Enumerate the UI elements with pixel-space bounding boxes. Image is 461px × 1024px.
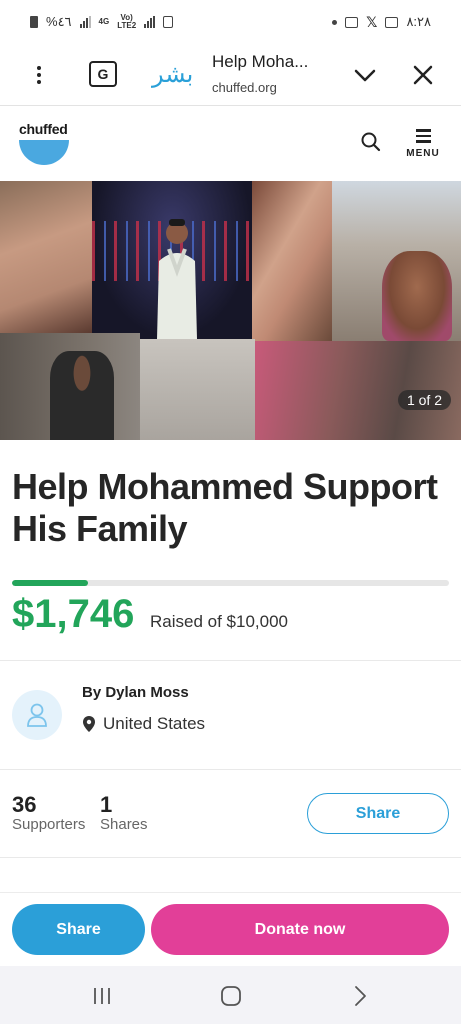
shares-label: Shares <box>100 816 148 833</box>
location-text: United States <box>103 714 206 733</box>
lock-icon <box>163 16 174 28</box>
back-icon[interactable] <box>348 984 372 1008</box>
funding-progress-fill <box>12 580 89 586</box>
supporters-stat: 36 Supporters <box>12 792 85 833</box>
amount-raised: $1,746 <box>12 592 135 636</box>
brand-text: chuffed <box>19 121 68 137</box>
campaign-image-gallery[interactable]: 1 of 2 <box>0 181 461 440</box>
gallery-photo-wound <box>0 181 92 333</box>
organizer-name: By Dylan Moss <box>82 684 189 701</box>
hamburger-icon <box>404 129 442 143</box>
x-logo-icon: 𝕏 <box>366 13 378 30</box>
signal-icon-2 <box>144 16 156 28</box>
brand-mark <box>19 140 69 165</box>
browser-toolbar: G بشر Help Moha... chuffed.org <box>0 44 461 106</box>
funding-progress-bar <box>12 580 449 586</box>
user-icon <box>27 703 47 727</box>
menu-label: MENU <box>406 147 440 159</box>
site-header: chuffed MENU <box>0 107 461 181</box>
supporters-count: 36 <box>12 792 37 817</box>
site-logo: بشر <box>152 60 194 88</box>
signal-icon <box>79 16 91 28</box>
image-notification-icon <box>385 16 399 28</box>
man-figure <box>50 351 114 440</box>
status-bar: %٤٦ 4G Vo) LTE2 𝕏 ٨:٢٨ <box>0 0 461 44</box>
menu-button[interactable]: MENU <box>404 129 442 169</box>
more-options-icon[interactable] <box>0 65 78 84</box>
campaign-title: Help Mohammed Support His Family <box>12 466 438 549</box>
close-icon[interactable] <box>408 60 438 90</box>
network-type-1: 4G <box>98 17 110 26</box>
translate-icon[interactable]: G <box>89 61 117 87</box>
page-domain: chuffed.org <box>212 80 277 95</box>
gallery-counter: 1 of 2 <box>397 390 451 410</box>
location-pin-icon <box>83 716 95 732</box>
sticky-action-bar: Share Donate now <box>0 892 461 966</box>
shares-count: 1 <box>100 792 113 817</box>
status-left: %٤٦ 4G Vo) LTE2 <box>30 14 174 30</box>
battery-icon <box>30 16 38 28</box>
clock: ٨:٢٨ <box>406 14 431 29</box>
gallery-photo-wall <box>140 339 255 440</box>
gallery-photo-rubble <box>332 181 461 341</box>
gallery-face <box>382 251 452 341</box>
recent-apps-icon[interactable] <box>90 984 114 1008</box>
notification-dot-icon <box>332 19 338 25</box>
chevron-down-icon[interactable] <box>350 60 380 90</box>
status-right: 𝕏 ٨:٢٨ <box>332 14 431 31</box>
home-icon[interactable] <box>219 984 243 1008</box>
gallery-photo-portrait <box>92 181 252 339</box>
gallery-photo-man-standing <box>0 333 140 440</box>
supporters-label: Supporters <box>12 816 86 833</box>
divider <box>0 857 461 858</box>
network-type-2: Vo) LTE2 <box>117 14 136 30</box>
organizer-avatar <box>12 690 62 740</box>
donate-now-button[interactable]: Donate now <box>151 904 449 955</box>
system-navigation-bar <box>0 966 461 1024</box>
lte-label: LTE2 <box>117 21 137 30</box>
divider <box>0 660 461 661</box>
share-button[interactable]: Share <box>12 904 145 955</box>
chuffed-logo[interactable]: chuffed <box>19 121 71 171</box>
shares-stat: 1 Shares <box>100 792 148 833</box>
page-title: Help Moha... <box>212 52 309 71</box>
organizer-location: United States <box>82 714 205 734</box>
divider <box>0 769 461 770</box>
goal-text: Raised of $10,000 <box>150 612 288 631</box>
search-icon[interactable] <box>360 131 382 153</box>
gallery-photo-injury <box>252 181 332 341</box>
gallery-notification-icon <box>345 16 359 28</box>
share-button-outline[interactable]: Share <box>307 793 449 834</box>
battery-level: %٤٦ <box>46 14 72 29</box>
person-figure <box>157 219 197 339</box>
